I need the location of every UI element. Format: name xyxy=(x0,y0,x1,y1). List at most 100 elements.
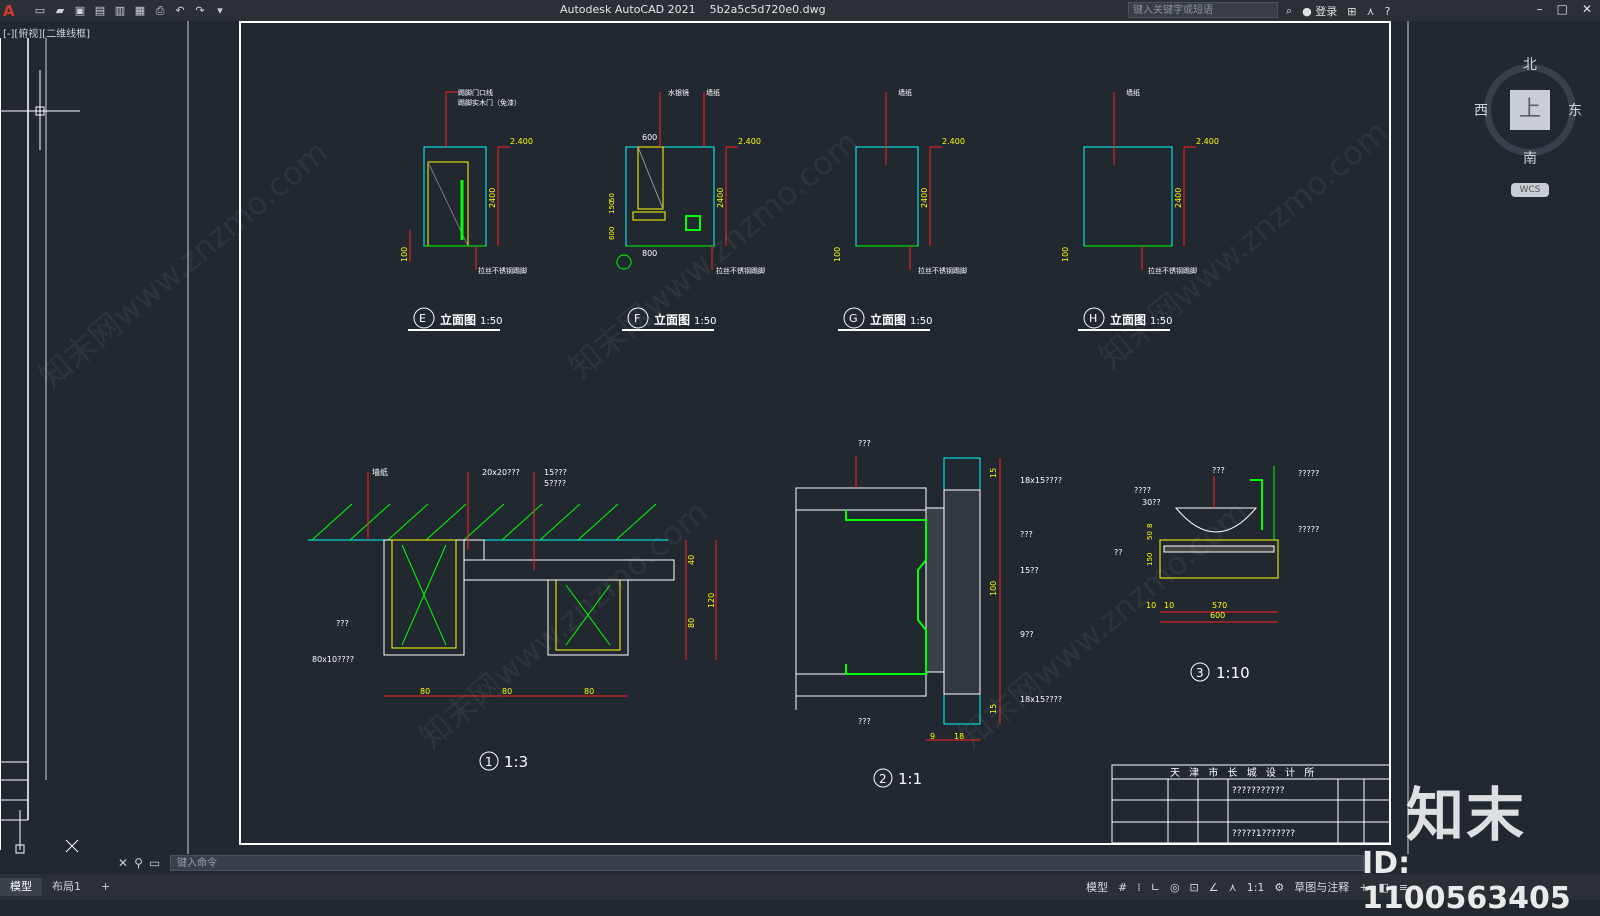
share-icon[interactable]: ⋏ xyxy=(1367,5,1375,18)
redo-icon[interactable]: ↷ xyxy=(193,4,207,18)
compass-north[interactable]: 北 xyxy=(1523,54,1537,74)
save-to-web-icon[interactable]: ▦ xyxy=(133,4,147,18)
open-from-web-icon[interactable]: ▥ xyxy=(113,4,127,18)
viewcube[interactable]: 上 北 南 东 西 xyxy=(1474,54,1584,167)
title-bar: A ▭ ▰ ▣ ▤ ▥ ▦ ⎙ ↶ ↷ ▾ Autodesk AutoCAD 2… xyxy=(0,0,1600,21)
elevation-f-floor-note: 拉丝不锈钢踢脚 xyxy=(716,266,765,275)
ortho-icon[interactable]: ∟ xyxy=(1151,881,1160,894)
compass-south[interactable]: 南 xyxy=(1523,148,1537,168)
osnap-icon[interactable]: ⊡ xyxy=(1190,881,1199,894)
elevation-h-base: 100 xyxy=(1061,247,1070,262)
plot-icon[interactable]: ⎙ xyxy=(153,4,167,18)
detail-2-label-5: 9?? xyxy=(1020,630,1034,639)
status-tools: 模型 # ⁞ ∟ ◎ ⊡ ∠ ⋏ 1:1 ⚙ 草图与注释 + ◧ ≡ xyxy=(1086,879,1408,895)
elevation-h-note: 墙纸 xyxy=(1126,88,1140,97)
detail-3-dim-5: 10 xyxy=(1164,601,1174,610)
model-space-label[interactable]: 模型 xyxy=(1086,879,1108,895)
app-title: Autodesk AutoCAD 2021 xyxy=(560,3,696,16)
elevation-f-letter: F xyxy=(634,312,640,325)
help-icon[interactable]: ? xyxy=(1385,5,1391,18)
elevation-g-scale: 1:50 xyxy=(910,316,932,327)
compass-east[interactable]: 东 xyxy=(1568,100,1582,120)
elevation-g-floor-note: 拉丝不锈钢踢脚 xyxy=(918,266,967,275)
detail-2-label-3: ??? xyxy=(1020,530,1033,539)
detail-3-dim-7: 600 xyxy=(1210,611,1225,620)
search-input[interactable]: 键入关键字或短语 xyxy=(1128,2,1278,18)
elevation-f-dim-top: 600 xyxy=(642,133,657,142)
elevation-f-dim-bottom: 800 xyxy=(642,249,657,258)
elevation-e-note-1: 踢脚门口线 xyxy=(458,88,493,97)
elevation-g-level: 2.400 xyxy=(942,137,965,146)
command-input[interactable]: 键入命令 xyxy=(170,855,1364,871)
watermark-id: ID: 1100563405 xyxy=(1362,846,1571,916)
viewcube-face[interactable]: 上 xyxy=(1510,90,1550,130)
elevation-g-height: 2400 xyxy=(920,188,929,208)
wcs-menu[interactable]: WCS xyxy=(1511,183,1549,197)
minimize-icon[interactable]: – xyxy=(1537,2,1543,16)
elevation-e-height: 2400 xyxy=(488,188,497,208)
elevation-e-note-2: 踢脚实木门（免漆） xyxy=(458,98,521,107)
elevation-h-scale: 1:50 xyxy=(1150,316,1172,327)
elevation-f-dim-left: 600 xyxy=(608,227,616,240)
annotation-visibility-icon[interactable]: ⋏ xyxy=(1229,881,1237,894)
workspace-switch[interactable]: 草图与注释 xyxy=(1294,879,1349,895)
search-icon[interactable]: ⌕ xyxy=(1286,4,1292,18)
title-block-institute: 天 津 市 长 城 设 计 所 xyxy=(1170,766,1317,779)
undo-icon[interactable]: ↶ xyxy=(173,4,187,18)
elevation-e-base: 100 xyxy=(400,247,409,262)
user-login[interactable]: ● 登录 xyxy=(1302,3,1337,19)
user-icon: ● xyxy=(1302,5,1312,18)
detail-2-dim-5: 18 xyxy=(954,732,964,741)
viewport-controls[interactable]: [-][俯视][二维线框] xyxy=(3,25,90,40)
tab-layout1[interactable]: 布局1 xyxy=(42,878,91,896)
detail-1-label-1: 20x20??? xyxy=(482,468,520,477)
tab-model[interactable]: 模型 xyxy=(0,878,42,896)
elevation-f-level: 2.400 xyxy=(738,137,761,146)
save-as-icon[interactable]: ▤ xyxy=(93,4,107,18)
customize-icon[interactable]: ▾ xyxy=(213,4,227,18)
elevation-e-letter: E xyxy=(419,312,426,325)
lineweight-icon[interactable]: ∠ xyxy=(1209,881,1219,894)
elevation-h-height: 2400 xyxy=(1174,188,1183,208)
drawing-canvas[interactable]: 踢脚门口线 踢脚实木门（免漆） 2.400 2400 100 拉丝不锈钢踢脚 E… xyxy=(0,21,1600,854)
detail-3-label-6: ?? xyxy=(1114,548,1123,557)
polar-icon[interactable]: ◎ xyxy=(1170,881,1180,894)
detail-1-label-4: ??? xyxy=(336,619,349,628)
elevation-e-floor-note: 拉丝不锈钢踢脚 xyxy=(478,266,527,275)
add-layout-button[interactable]: + xyxy=(91,878,120,896)
elevation-h-floor-note: 拉丝不锈钢踢脚 xyxy=(1148,266,1197,275)
maximize-icon[interactable]: □ xyxy=(1557,2,1568,16)
command-line: ✕ ⚲ ▭ 键入命令 xyxy=(118,854,1364,872)
cad-drawing[interactable]: 踢脚门口线 踢脚实木门（免漆） 2.400 2400 100 拉丝不锈钢踢脚 E… xyxy=(0,21,1600,854)
elevation-f-scale: 1:50 xyxy=(694,316,716,327)
open-folder-icon[interactable]: ▰ xyxy=(53,4,67,18)
snap-icon[interactable]: ⁞ xyxy=(1137,881,1141,894)
compass-west[interactable]: 西 xyxy=(1474,100,1488,120)
status-bar: 模型 布局1 + 模型 # ⁞ ∟ ◎ ⊡ ∠ ⋏ 1:1 ⚙ 草图与注释 + … xyxy=(0,874,1600,900)
title-bar-right: ⌕ ● 登录 ⊞ ⋏ ? xyxy=(1286,3,1390,19)
elevation-f-note-1: 水银镜 xyxy=(668,88,689,97)
save-icon[interactable]: ▣ xyxy=(73,4,87,18)
detail-3-scale: 1:10 xyxy=(1216,664,1250,682)
customize-command-icon[interactable]: ⚲ xyxy=(134,856,143,870)
detail-2-label-6: 18x15???? xyxy=(1020,695,1062,704)
close-icon[interactable]: ✕ xyxy=(1582,2,1592,16)
autocad-logo-icon[interactable]: A xyxy=(3,2,19,20)
annotation-scale[interactable]: 1:1 xyxy=(1247,881,1265,894)
window-title: Autodesk AutoCAD 2021 5b2a5c5d720e0.dwg xyxy=(560,3,826,16)
window-controls: – □ ✕ xyxy=(1537,2,1592,16)
elevation-g-title: 立面图 xyxy=(870,312,906,327)
detail-1-number: 1 xyxy=(485,755,493,769)
close-command-icon[interactable]: ✕ xyxy=(118,856,128,870)
detail-2-dim-2: 100 xyxy=(989,581,998,596)
grid-icon[interactable]: # xyxy=(1118,881,1127,894)
detail-2-label-2: 18x15???? xyxy=(1020,476,1062,485)
cart-icon[interactable]: ⊞ xyxy=(1347,5,1356,18)
recent-commands-icon[interactable]: ▭ xyxy=(149,856,160,870)
settings-icon[interactable]: ⚙ xyxy=(1274,881,1284,894)
detail-2-scale: 1:1 xyxy=(898,770,922,788)
detail-3-dim-6: 570 xyxy=(1212,601,1227,610)
new-file-icon[interactable]: ▭ xyxy=(33,4,47,18)
title-block-drawing-name: ?????1??????? xyxy=(1232,829,1295,839)
detail-3-dim-2: 50 xyxy=(1146,531,1154,540)
